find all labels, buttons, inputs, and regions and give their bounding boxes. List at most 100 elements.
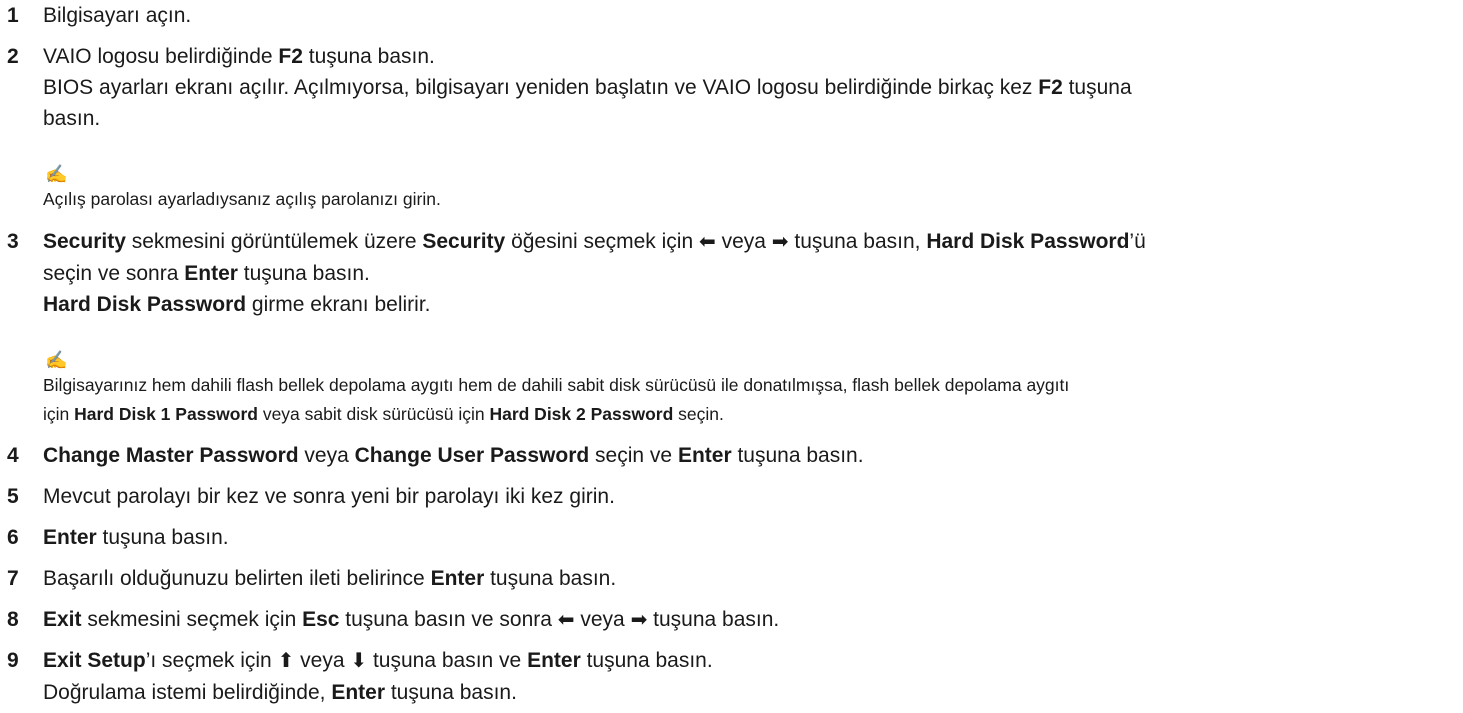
text-run: Açılış parolası ayarladıysanız açılış pa… — [43, 189, 441, 209]
step-text: VAIO logosu belirdiğinde F2 tuşuna basın… — [43, 41, 1443, 134]
bold-text: Exit Setup — [43, 649, 146, 672]
bold-text: Change User Password — [354, 444, 590, 467]
arrow-key-icon: ⬅ — [698, 231, 716, 253]
text-run: Doğrulama istemi belirdiğinde, — [43, 681, 332, 704]
text-line: Hard Disk Password girme ekranı belirir. — [43, 289, 1443, 320]
text-line: Exit sekmesini seçmek için Esc tuşuna ba… — [43, 604, 1443, 636]
text-line: VAIO logosu belirdiğinde F2 tuşuna basın… — [43, 41, 1443, 72]
text-run: seçin. — [673, 404, 724, 424]
text-run: VAIO logosu belirdiğinde — [43, 45, 279, 68]
bold-text: Enter — [527, 649, 581, 672]
step-text: Exit Setup’ı seçmek için ⬆ veya ⬇ tuşuna… — [43, 645, 1443, 708]
note-pen-icon: ✍ — [45, 164, 68, 184]
bold-text: Change Master Password — [43, 444, 299, 467]
step-number: 7 — [7, 567, 19, 590]
step-text: Bilgisayarı açın. — [43, 0, 1443, 31]
arrow-key-icon: ⬇ — [350, 650, 368, 672]
bold-text: Enter — [331, 681, 385, 704]
note-text: Açılış parolası ayarladıysanız açılış pa… — [43, 185, 1443, 214]
text-run: veya — [298, 444, 355, 467]
text-run: Bilgisayarı açın. — [43, 4, 192, 27]
step-number: 9 — [7, 649, 19, 672]
text-run: Başarılı olduğunuzu belirten ileti belir… — [43, 567, 431, 590]
text-run: sekmesini seçmek için — [81, 608, 303, 631]
step-text: Change Master Password veya Change User … — [43, 440, 1443, 471]
text-run: tuşuna basın ve — [367, 649, 528, 672]
step-number: 1 — [7, 4, 19, 27]
text-run: tuşuna basın. — [385, 681, 517, 704]
text-run: seçin ve — [589, 444, 678, 467]
text-line: Bilgisayarı açın. — [43, 0, 1443, 31]
bold-text: Enter — [43, 526, 97, 549]
arrow-key-icon: ➡ — [771, 231, 789, 253]
text-line: Başarılı olduğunuzu belirten ileti belir… — [43, 563, 1443, 594]
text-line: Mevcut parolayı bir kez ve sonra yeni bi… — [43, 481, 1443, 512]
text-run: BIOS ayarları ekranı açılır. Açılmıyorsa… — [43, 76, 1039, 99]
text-run: veya — [294, 649, 351, 672]
bold-text: F2 — [278, 45, 303, 68]
text-run: basın. — [43, 107, 101, 130]
bold-text: Enter — [677, 444, 732, 467]
text-run: ’ı seçmek için — [145, 649, 278, 672]
text-run: tuşuna basın. — [731, 444, 864, 467]
bold-text: Security — [43, 230, 126, 253]
bold-text: Hard Disk 2 Password — [489, 404, 674, 424]
text-line: Doğrulama istemi belirdiğinde, Enter tuş… — [43, 677, 1443, 708]
text-run: Bilgisayarınız hem dahili flash bellek d… — [43, 375, 1070, 395]
step-number: 3 — [7, 230, 19, 253]
text-run: sekmesini görüntülemek üzere — [125, 230, 423, 253]
bold-text: Exit — [43, 608, 82, 631]
text-run: tuşuna basın. — [302, 45, 435, 68]
arrow-key-icon: ➡ — [630, 609, 648, 631]
text-line: Security sekmesini görüntülemek üzere Se… — [43, 226, 1443, 258]
text-run: tuşuna basın. — [647, 608, 780, 631]
bold-text: F2 — [1038, 76, 1063, 99]
step-text: Security sekmesini görüntülemek üzere Se… — [43, 226, 1443, 320]
step-number: 6 — [7, 526, 19, 549]
text-run: girme ekranı belirir. — [246, 293, 431, 316]
text-run: öğesini seçmek için — [505, 230, 699, 253]
text-line: Bilgisayarınız hem dahili flash bellek d… — [43, 371, 1443, 400]
text-line: için Hard Disk 1 Password veya sabit dis… — [43, 400, 1443, 429]
text-run: tuşuna basın ve sonra — [339, 608, 558, 631]
text-line: BIOS ayarları ekranı açılır. Açılmıyorsa… — [43, 72, 1443, 103]
text-run: veya — [574, 608, 631, 631]
bold-text: Hard Disk 1 Password — [74, 404, 258, 424]
text-run: tuşuna — [1062, 76, 1132, 99]
text-line: Change Master Password veya Change User … — [43, 440, 1443, 471]
step-number: 8 — [7, 608, 19, 631]
text-run: tuşuna basın. — [237, 262, 370, 285]
text-line: seçin ve sonra Enter tuşuna basın. — [43, 258, 1443, 289]
text-run: tuşuna basın. — [484, 567, 617, 590]
step-number: 4 — [7, 444, 19, 467]
text-run: veya sabit disk sürücüsü için — [257, 404, 490, 424]
text-run: tuşuna basın, — [788, 230, 927, 253]
text-line: Exit Setup’ı seçmek için ⬆ veya ⬇ tuşuna… — [43, 645, 1443, 677]
bold-text: Security — [422, 230, 506, 253]
bold-text: Hard Disk Password — [926, 230, 1130, 253]
arrow-key-icon: ⬆ — [277, 650, 295, 672]
text-run: Mevcut parolayı bir kez ve sonra yeni bi… — [43, 485, 615, 508]
step-number: 2 — [7, 45, 19, 68]
arrow-key-icon: ⬅ — [557, 609, 575, 631]
text-run: tuşuna basın. — [96, 526, 229, 549]
note-pen-icon: ✍ — [45, 350, 68, 370]
text-line: basın. — [43, 103, 1443, 134]
step-text: Exit sekmesini seçmek için Esc tuşuna ba… — [43, 604, 1443, 636]
text-run: için — [43, 404, 75, 424]
step-text: Enter tuşuna basın. — [43, 522, 1443, 553]
bold-text: Hard Disk Password — [43, 293, 247, 316]
text-line: Açılış parolası ayarladıysanız açılış pa… — [43, 185, 1443, 214]
text-run: veya — [715, 230, 772, 253]
text-line: Enter tuşuna basın. — [43, 522, 1443, 553]
step-number: 5 — [7, 485, 19, 508]
text-run: seçin ve sonra — [43, 262, 185, 285]
text-run: ’ü — [1129, 230, 1146, 253]
step-text: Mevcut parolayı bir kez ve sonra yeni bi… — [43, 481, 1443, 512]
text-run: tuşuna basın. — [580, 649, 713, 672]
bold-text: Esc — [302, 608, 340, 631]
bold-text: Enter — [184, 262, 238, 285]
bold-text: Enter — [430, 567, 485, 590]
step-text: Başarılı olduğunuzu belirten ileti belir… — [43, 563, 1443, 594]
note-text: Bilgisayarınız hem dahili flash bellek d… — [43, 371, 1443, 429]
